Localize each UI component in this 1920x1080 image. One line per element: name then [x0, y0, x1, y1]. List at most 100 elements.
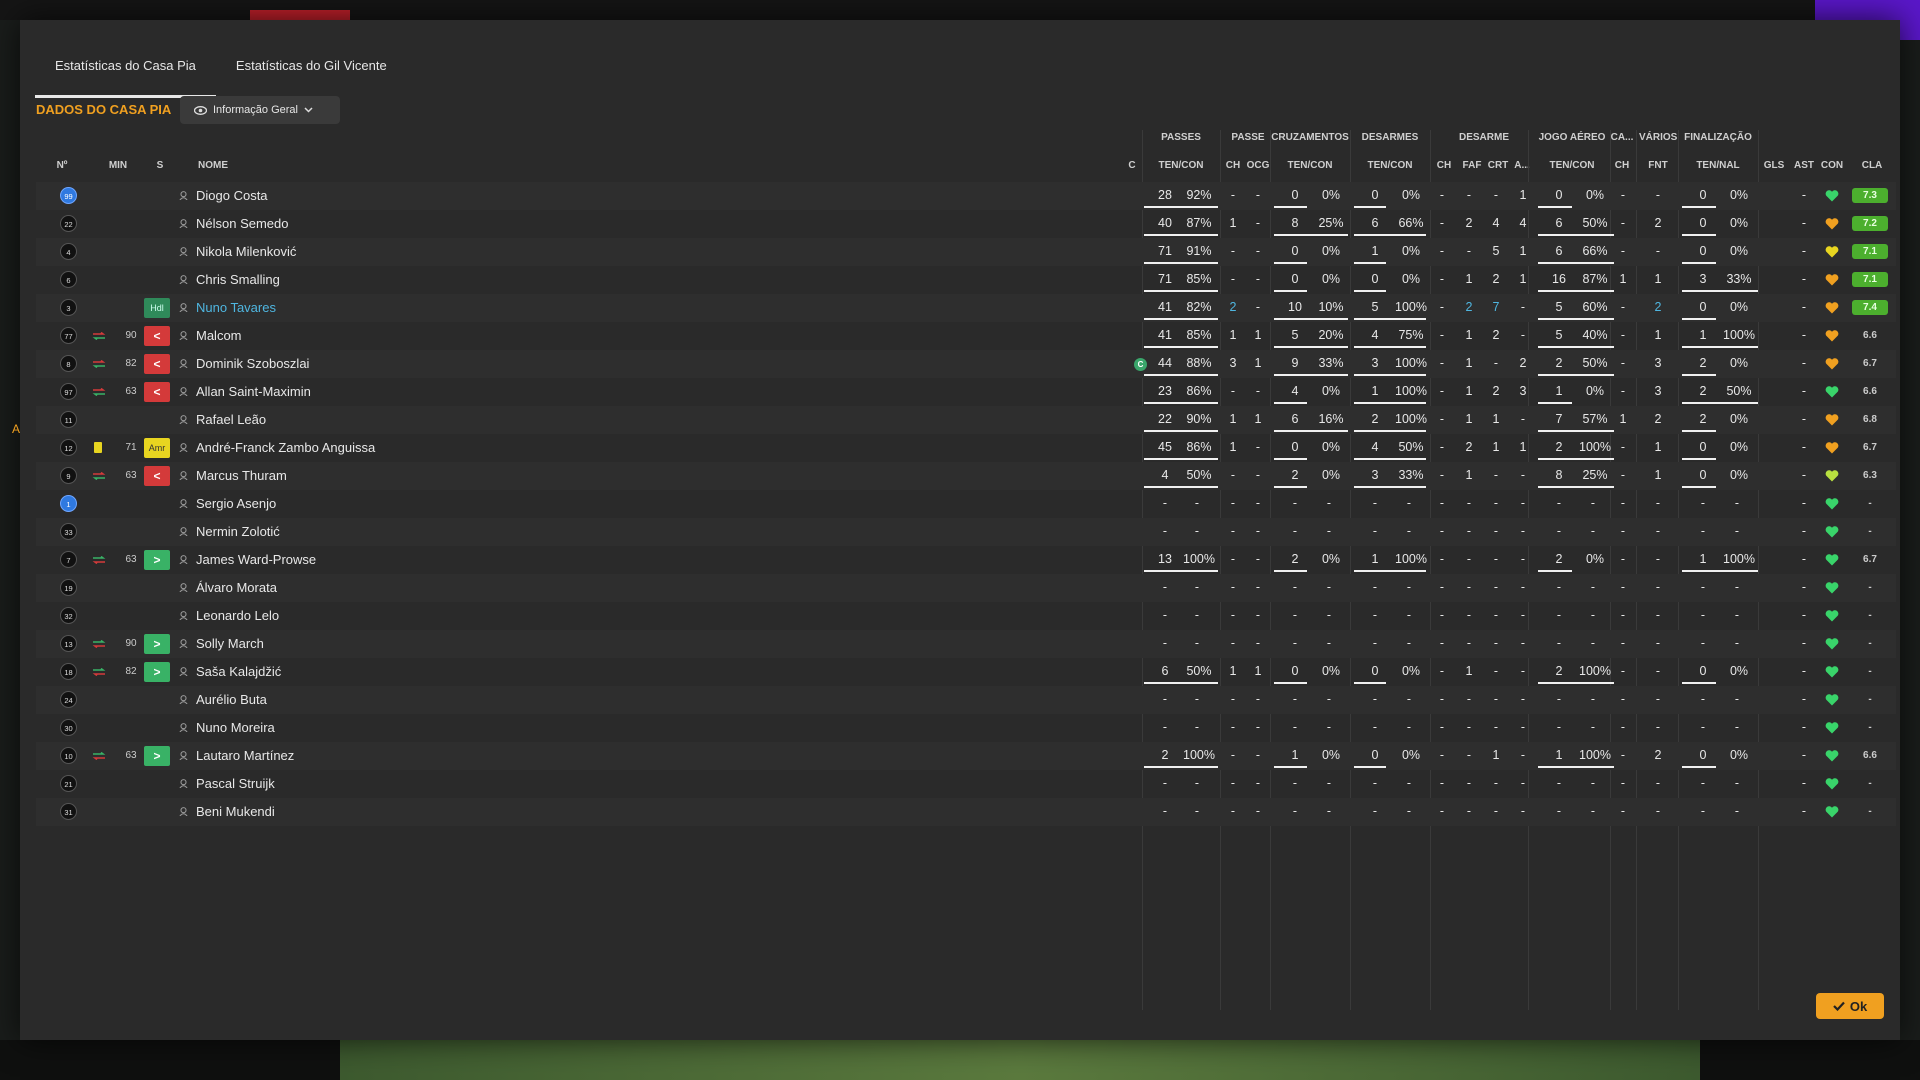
player-name[interactable]: Chris Smalling: [196, 266, 280, 294]
column-header-2[interactable]: S: [130, 160, 190, 171]
column-header-8[interactable]: TEN/CON: [1280, 160, 1340, 171]
aerial-pct: -: [1590, 524, 1596, 538]
player-name[interactable]: Allan Saint-Maximin: [196, 378, 311, 406]
shirt-number-badge: 31: [60, 803, 77, 820]
condition-heart-icon: [1825, 246, 1839, 258]
table-row[interactable]: 11 Rafael Leão 22 90% 1 1 6 16% 2 100% -1 1-7 57% 1 2 2…: [36, 406, 1896, 434]
tackle-faf: -: [1466, 692, 1472, 706]
player-name[interactable]: Pascal Struijk: [196, 770, 275, 798]
table-row[interactable]: 19 Álvaro Morata - - - - - - - - - - - - - - - - - - - -: [36, 574, 1896, 602]
shots-pct: 0%: [1729, 188, 1749, 202]
table-row[interactable]: 97 63 < Allan Saint-Maximin 23 86% - -4 0% 1 100% -…: [36, 378, 1896, 406]
player-name[interactable]: Malcom: [196, 322, 242, 350]
person-icon: [179, 667, 188, 676]
sub-out-icon: [92, 472, 106, 480]
ok-button[interactable]: Ok: [1816, 993, 1884, 1019]
table-row[interactable]: 9 63 < Marcus Thuram 4 50% - -2 0% 3 33% -1- -8 25% -1…: [36, 462, 1896, 490]
table-row[interactable]: 12 71 Amr André-Franck Zambo Anguissa 45 86% 1…: [36, 434, 1896, 462]
column-header-0[interactable]: Nº: [32, 160, 92, 171]
tab-gil-vicente[interactable]: Estatísticas do Gil Vicente: [216, 42, 407, 95]
tackle-da: 4: [1519, 216, 1527, 230]
table-row[interactable]: 31 Beni Mukendi - - - - - - - - - - - - - - - - - - - -: [36, 798, 1896, 826]
player-name[interactable]: Sergio Asenjo: [196, 490, 276, 518]
assists: -: [1801, 188, 1807, 202]
table-row[interactable]: 8 82 < Dominik Szoboszlai C 44 88% 3 1 9 33% 3 100% -…: [36, 350, 1896, 378]
passes-bar: [1144, 318, 1218, 320]
column-header-3[interactable]: NOME: [198, 160, 228, 171]
column-header-9[interactable]: TEN/CON: [1360, 160, 1420, 171]
crosses-pct: 0%: [1321, 244, 1341, 258]
minutes-played: 63: [125, 554, 137, 565]
table-row[interactable]: 13 90 > Solly March - - - - - - - - - - - - - - - - - - - -: [36, 630, 1896, 658]
shots-bar: [1682, 318, 1717, 320]
player-name[interactable]: Diogo Costa: [196, 182, 268, 210]
table-row[interactable]: 22 Nélson Semedo 40 87% 1-8 25% 6 66% -2 4 4 6 50% -2…: [36, 210, 1896, 238]
goals: [1761, 462, 1787, 490]
table-row[interactable]: 4 Nikola Milenković 71 91% - -0 0% 1 0% - -5 1 6 66% -…: [36, 238, 1896, 266]
table-row[interactable]: 33 Nermin Zolotić - - - - - - - - - - - - - - - - - - - -: [36, 518, 1896, 546]
table-row[interactable]: 6 Chris Smalling 71 85% - -0 0% 0 0% -1 2 1 16 87% 1 1 3…: [36, 266, 1896, 294]
tackle-faf: -: [1466, 496, 1472, 510]
table-row[interactable]: 30 Nuno Moreira - - - - - - - - - - - - - - - - - - - -: [36, 714, 1896, 742]
column-header-17[interactable]: TEN/NAL: [1688, 160, 1748, 171]
aerial-pct: -: [1590, 636, 1596, 650]
table-row[interactable]: 24 Aurélio Buta - - - - - - - - - - - - - - - - - - - -: [36, 686, 1896, 714]
player-name[interactable]: Aurélio Buta: [196, 686, 267, 714]
tackle-dch: -: [1439, 356, 1445, 370]
aerial-pct: 0%: [1585, 188, 1605, 202]
tackle-da: -: [1520, 496, 1526, 510]
column-header-7[interactable]: OCG: [1228, 160, 1288, 171]
tackle-da: 1: [1519, 188, 1527, 202]
tackle-dch: -: [1439, 608, 1445, 622]
player-name[interactable]: André-Franck Zambo Anguissa: [196, 434, 375, 462]
table-row[interactable]: 3 Hdl Nuno Tavares 41 82% 2-10 10% 5 100% -2 7-5 60…: [36, 294, 1896, 322]
ca-ch: -: [1620, 328, 1626, 342]
player-name[interactable]: Rafael Leão: [196, 406, 266, 434]
tackles-pct: -: [1406, 496, 1412, 510]
condition-heart-icon: [1825, 582, 1839, 594]
crosses-count: -: [1292, 804, 1298, 818]
sub-in-icon: [92, 556, 106, 564]
player-name[interactable]: Lautaro Martínez: [196, 742, 294, 770]
fouls: -: [1655, 244, 1661, 258]
tackles-pct: 0%: [1401, 748, 1421, 762]
player-name[interactable]: Nermin Zolotić: [196, 518, 280, 546]
table-row[interactable]: 77 90 < Malcom 41 85% 1 1 5 20% 4 75% -1 2-5 40% -1 1 100…: [36, 322, 1896, 350]
passes-bar: [1144, 290, 1218, 292]
crosses-pct: 0%: [1321, 552, 1341, 566]
sub-in-icon: [92, 752, 106, 760]
player-name[interactable]: Álvaro Morata: [196, 574, 277, 602]
table-row[interactable]: 10 63 > Lautaro Martínez 2 100% - -1 0% 0 0% - -1-1 1…: [36, 742, 1896, 770]
person-icon: [179, 555, 188, 564]
tackle-dch: -: [1439, 468, 1445, 482]
ca-ch: 1: [1619, 412, 1627, 426]
shots-bar: [1682, 766, 1717, 768]
tab-casa-pia[interactable]: Estatísticas do Casa Pia: [35, 42, 216, 98]
player-name[interactable]: James Ward-Prowse: [196, 546, 316, 574]
table-row[interactable]: 32 Leonardo Lelo - - - - - - - - - - - - - - - - - - - -: [36, 602, 1896, 630]
player-name[interactable]: Dominik Szoboszlai: [196, 350, 309, 378]
player-name[interactable]: Beni Mukendi: [196, 798, 275, 826]
player-name[interactable]: Solly March: [196, 630, 264, 658]
column-header-5[interactable]: TEN/CON: [1151, 160, 1211, 171]
tackle-faf: -: [1466, 524, 1472, 538]
column-header-21[interactable]: CLA: [1842, 160, 1902, 171]
player-name[interactable]: Saša Kalajdžić: [196, 658, 281, 686]
player-name[interactable]: Nuno Tavares: [196, 294, 276, 322]
condition-heart-icon: [1825, 330, 1839, 342]
player-name[interactable]: Nikola Milenković: [196, 238, 296, 266]
table-row[interactable]: 21 Pascal Struijk - - - - - - - - - - - - - - - - - - - -: [36, 770, 1896, 798]
player-name[interactable]: Leonardo Lelo: [196, 602, 279, 630]
column-header-16[interactable]: FNT: [1628, 160, 1688, 171]
player-name[interactable]: Nélson Semedo: [196, 210, 289, 238]
goals: [1761, 238, 1787, 266]
status-badge: >: [144, 634, 170, 654]
player-name[interactable]: Marcus Thuram: [196, 462, 287, 490]
table-row[interactable]: 99 Diogo Costa 28 92% - -0 0% 0 0% - - -1 0 0% - -0 0% -7…: [36, 182, 1896, 210]
table-row[interactable]: 7 63 > James Ward-Prowse 13 100% - -2 0% 1 100% - - -…: [36, 546, 1896, 574]
player-name[interactable]: Nuno Moreira: [196, 714, 275, 742]
table-row[interactable]: 18 82 > Saša Kalajdžić 6 50% 1 1 0 0% 0 0% -1- -2 100%…: [36, 658, 1896, 686]
view-dropdown[interactable]: Informação Geral: [180, 96, 340, 124]
table-row[interactable]: 1 Sergio Asenjo - - - - - - - - - - - - - - - - - - - -: [36, 490, 1896, 518]
sub-out-icon: [92, 332, 106, 340]
